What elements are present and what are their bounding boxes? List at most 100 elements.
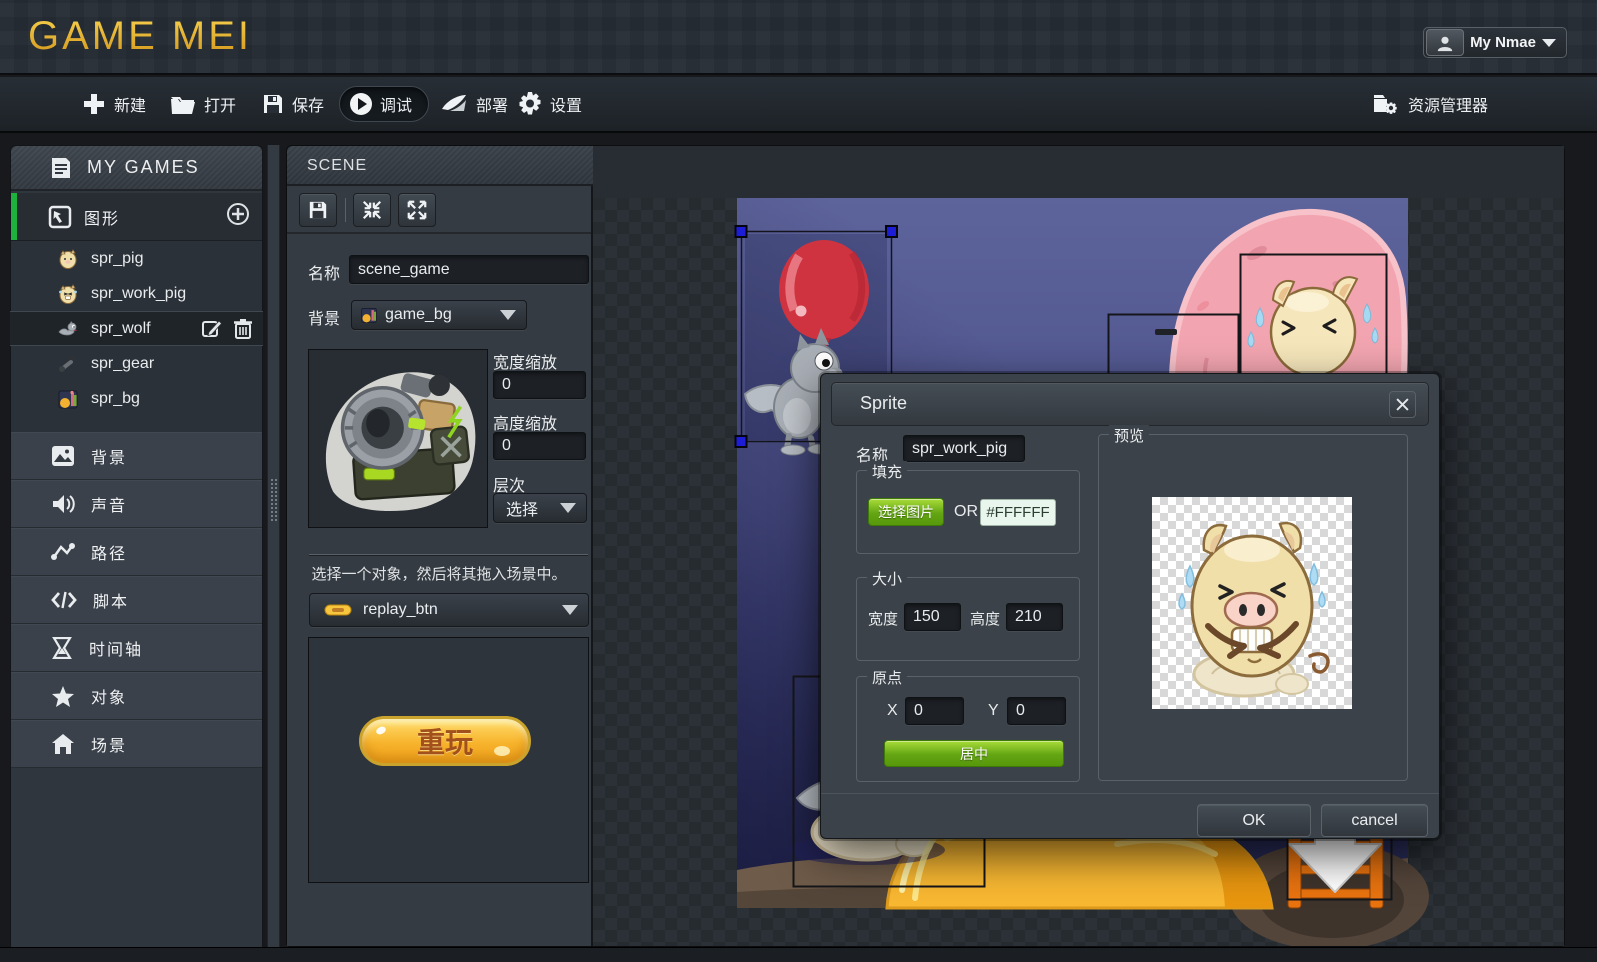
list-item-spr-work-pig[interactable]: spr_work_pig	[11, 276, 262, 311]
fill-color-input[interactable]	[980, 499, 1056, 526]
app-logo: GAME MEI	[28, 14, 252, 59]
object-dropdown[interactable]: replay_btn	[309, 593, 589, 627]
speaker-icon	[51, 493, 75, 515]
pig-sprite-icon	[57, 248, 79, 270]
object-preview-box: 重玩	[308, 637, 589, 883]
active-indicator	[11, 193, 17, 240]
splitter-grip[interactable]	[270, 478, 278, 522]
sidebar-item-sounds[interactable]: 声音	[11, 480, 262, 528]
scene-save-button[interactable]	[299, 193, 337, 227]
list-item-spr-gear[interactable]: spr_gear	[11, 346, 262, 381]
expand-view-button[interactable]	[398, 193, 436, 227]
layer-dropdown[interactable]: 选择	[493, 493, 587, 523]
gear-sprite-icon	[57, 353, 79, 375]
toolbar-divider	[345, 198, 346, 222]
folder-gear-icon	[1372, 92, 1400, 116]
code-icon	[51, 589, 77, 611]
selection-handle[interactable]	[736, 436, 747, 447]
gear-machine-image	[309, 350, 487, 527]
gear-icon	[518, 92, 542, 116]
selection-handle[interactable]	[736, 226, 747, 237]
dialog-header[interactable]: Sprite	[831, 382, 1429, 426]
center-origin-button[interactable]: 居中	[884, 740, 1064, 767]
sidebar-sections: 背景 声音 路径 脚本	[11, 432, 262, 768]
height-input[interactable]	[1006, 603, 1063, 631]
work-pig-sprite-icon	[57, 283, 79, 305]
user-menu[interactable]: My Nmae	[1423, 27, 1567, 58]
bg-preview-box	[308, 349, 488, 528]
scene-inspector: 名称 背景 game_bg	[287, 186, 593, 946]
scene-panel-title: SCENE	[307, 157, 367, 175]
debug-button[interactable]: 调试	[339, 86, 429, 122]
app-header: GAME MEI My Nmae	[0, 0, 1597, 75]
height-scale-input[interactable]	[493, 432, 586, 460]
drag-hint-text: 选择一个对象，然后将其拖入场景中。	[287, 563, 591, 584]
deploy-button[interactable]: 部署	[440, 92, 508, 116]
save-button[interactable]: 保存	[262, 92, 324, 116]
shrink-view-button[interactable]	[353, 193, 391, 227]
status-bar	[0, 947, 1597, 962]
width-input[interactable]	[904, 603, 961, 631]
bg-sprite-icon	[57, 388, 79, 410]
sprite-preview-image	[1152, 497, 1352, 709]
sidebar-item-backgrounds[interactable]: 背景	[11, 432, 262, 480]
sprite-name-input[interactable]	[903, 435, 1025, 462]
origin-y-label: Y	[988, 702, 999, 720]
dialog-close-button[interactable]	[1389, 391, 1416, 418]
cancel-button[interactable]: cancel	[1321, 804, 1428, 837]
sidebar-item-objects[interactable]: 对象	[11, 672, 262, 720]
new-button[interactable]: 新建	[82, 92, 146, 116]
sidebar: MY GAMES 图形 spr_pig spr_	[10, 145, 263, 947]
star-icon	[51, 685, 75, 707]
background-icon	[51, 445, 75, 467]
delete-icon[interactable]	[233, 318, 253, 340]
sidebar-item-paths[interactable]: 路径	[11, 528, 262, 576]
my-games-header[interactable]: MY GAMES	[11, 146, 262, 191]
sprite-list: spr_pig spr_work_pig spr_wolf	[11, 241, 262, 432]
scene-bg-dropdown[interactable]: game_bg	[351, 300, 527, 330]
path-icon	[51, 541, 75, 563]
origin-x-input[interactable]	[905, 697, 964, 725]
chevron-down-icon	[500, 310, 516, 320]
home-icon	[51, 733, 75, 755]
sidebar-item-timelines[interactable]: 时间轴	[11, 624, 262, 672]
width-scale-input[interactable]	[493, 371, 586, 399]
selection-handle[interactable]	[886, 226, 897, 237]
plus-icon	[82, 92, 106, 116]
edit-icon[interactable]	[201, 318, 223, 340]
panel-splitter[interactable]	[267, 145, 280, 947]
height-label: 高度	[970, 608, 1000, 629]
chevron-down-icon	[560, 503, 576, 513]
list-item-spr-pig[interactable]: spr_pig	[11, 241, 262, 276]
origin-group: 原点 X Y 居中	[856, 676, 1080, 782]
bg-thumb-icon	[360, 306, 378, 324]
sidebar-item-graphics[interactable]: 图形	[11, 193, 262, 241]
replay-button-preview: 重玩	[359, 716, 531, 766]
app-root: GAME MEI My Nmae 新建 打开 保存	[0, 0, 1597, 962]
add-sprite-button[interactable]	[226, 202, 250, 231]
user-caret-icon	[1542, 39, 1556, 47]
open-button[interactable]: 打开	[170, 92, 236, 116]
origin-y-input[interactable]	[1007, 697, 1066, 725]
list-item-spr-wolf[interactable]: spr_wolf	[10, 311, 263, 346]
resource-manager-button[interactable]: 资源管理器	[1372, 92, 1488, 116]
scene-name-input[interactable]	[349, 255, 589, 284]
sidebar-item-scripts[interactable]: 脚本	[11, 576, 262, 624]
divider	[309, 554, 588, 555]
user-name: My Nmae	[1464, 34, 1542, 51]
dialog-title: Sprite	[860, 393, 907, 414]
preview-group: 预览	[1098, 434, 1408, 781]
chevron-down-icon	[562, 605, 578, 615]
ok-button[interactable]: OK	[1197, 804, 1311, 837]
dialog-footer-divider	[821, 793, 1439, 794]
settings-button[interactable]: 设置	[518, 92, 582, 116]
list-item-spr-bg[interactable]: spr_bg	[11, 381, 262, 416]
floppy-icon	[262, 93, 284, 115]
sidebar-item-scenes[interactable]: 场景	[11, 720, 262, 768]
scene-name-label: 名称	[308, 260, 340, 284]
height-scale-label: 高度缩放	[493, 410, 557, 434]
or-label: OR	[954, 503, 978, 521]
choose-image-button[interactable]: 选择图片	[868, 498, 944, 526]
wolf-sprite-icon	[57, 318, 79, 340]
scene-bg-label: 背景	[308, 305, 340, 329]
